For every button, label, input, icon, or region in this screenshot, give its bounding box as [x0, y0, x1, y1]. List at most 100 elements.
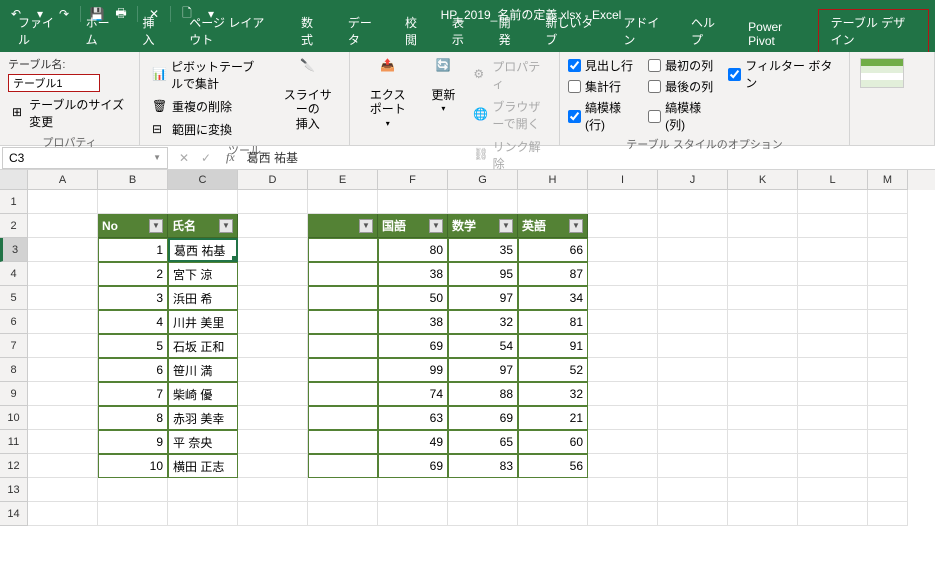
cell-C4[interactable]: 宮下 涼	[168, 262, 238, 286]
cell-A11[interactable]	[28, 430, 98, 454]
cell-F10[interactable]: 63	[378, 406, 448, 430]
cell-K12[interactable]	[728, 454, 798, 478]
pivot-button[interactable]: 📊ピボットテーブルで集計	[148, 56, 269, 94]
cell-D10[interactable]	[238, 406, 308, 430]
chk-total[interactable]: 集計行	[568, 77, 642, 96]
cell-C9[interactable]: 柴崎 優	[168, 382, 238, 406]
cell-M2[interactable]	[868, 214, 908, 238]
cell-I9[interactable]	[588, 382, 658, 406]
cell-J1[interactable]	[658, 190, 728, 214]
cell-L4[interactable]	[798, 262, 868, 286]
cell-F6[interactable]: 38	[378, 310, 448, 334]
cell-I5[interactable]	[588, 286, 658, 310]
cell-D6[interactable]	[238, 310, 308, 334]
cell-C8[interactable]: 笹川 満	[168, 358, 238, 382]
filter-dropdown-icon[interactable]: ▼	[219, 219, 233, 233]
cell-E12[interactable]	[308, 454, 378, 478]
col-header-C[interactable]: C	[168, 170, 238, 190]
col-header-L[interactable]: L	[798, 170, 868, 190]
chk-filter[interactable]: フィルター ボタン	[728, 56, 841, 92]
cell-L7[interactable]	[798, 334, 868, 358]
cell-B14[interactable]	[98, 502, 168, 526]
cell-I8[interactable]	[588, 358, 658, 382]
cell-C7[interactable]: 石坂 正和	[168, 334, 238, 358]
cell-B3[interactable]: 1	[98, 238, 168, 262]
cell-G5[interactable]: 97	[448, 286, 518, 310]
cell-C2[interactable]: 氏名▼	[168, 214, 238, 238]
cell-J10[interactable]	[658, 406, 728, 430]
cell-A9[interactable]	[28, 382, 98, 406]
filter-dropdown-icon[interactable]: ▼	[429, 219, 443, 233]
filter-dropdown-icon[interactable]: ▼	[569, 219, 583, 233]
export-button[interactable]: 📤エクスポート▾	[358, 56, 417, 130]
cell-I11[interactable]	[588, 430, 658, 454]
cell-E2[interactable]: ▼	[308, 214, 378, 238]
cell-G10[interactable]: 69	[448, 406, 518, 430]
cell-C5[interactable]: 浜田 希	[168, 286, 238, 310]
cell-C10[interactable]: 赤羽 美幸	[168, 406, 238, 430]
cell-L12[interactable]	[798, 454, 868, 478]
cell-E4[interactable]	[308, 262, 378, 286]
cell-E13[interactable]	[308, 478, 378, 502]
cell-E8[interactable]	[308, 358, 378, 382]
cell-J6[interactable]	[658, 310, 728, 334]
cell-D11[interactable]	[238, 430, 308, 454]
row-header-11[interactable]: 11	[0, 430, 28, 454]
name-box[interactable]: C3 ▼	[2, 147, 168, 169]
cell-M1[interactable]	[868, 190, 908, 214]
tab-ヘルプ[interactable]: ヘルプ	[679, 10, 734, 52]
cell-F8[interactable]: 99	[378, 358, 448, 382]
cell-K10[interactable]	[728, 406, 798, 430]
cell-G13[interactable]	[448, 478, 518, 502]
cell-J2[interactable]	[658, 214, 728, 238]
cell-G11[interactable]: 65	[448, 430, 518, 454]
cell-A7[interactable]	[28, 334, 98, 358]
cell-B7[interactable]: 5	[98, 334, 168, 358]
cell-J7[interactable]	[658, 334, 728, 358]
cell-F5[interactable]: 50	[378, 286, 448, 310]
cell-F3[interactable]: 80	[378, 238, 448, 262]
cell-B12[interactable]: 10	[98, 454, 168, 478]
cell-H14[interactable]	[518, 502, 588, 526]
col-header-E[interactable]: E	[308, 170, 378, 190]
cell-A5[interactable]	[28, 286, 98, 310]
row-header-1[interactable]: 1	[0, 190, 28, 214]
cell-B2[interactable]: No▼	[98, 214, 168, 238]
cell-J9[interactable]	[658, 382, 728, 406]
filter-dropdown-icon[interactable]: ▼	[149, 219, 163, 233]
cell-I12[interactable]	[588, 454, 658, 478]
col-header-J[interactable]: J	[658, 170, 728, 190]
chk-first[interactable]: 最初の列	[648, 56, 722, 75]
cell-I13[interactable]	[588, 478, 658, 502]
cell-C1[interactable]	[168, 190, 238, 214]
cell-I3[interactable]	[588, 238, 658, 262]
chk-band-col[interactable]: 縞模様 (列)	[648, 98, 722, 134]
row-header-12[interactable]: 12	[0, 454, 28, 478]
cell-H9[interactable]: 32	[518, 382, 588, 406]
range-button[interactable]: ⊟範囲に変換	[148, 119, 269, 140]
cell-K8[interactable]	[728, 358, 798, 382]
row-header-3[interactable]: 3	[0, 238, 28, 262]
row-header-4[interactable]: 4	[0, 262, 28, 286]
row-header-10[interactable]: 10	[0, 406, 28, 430]
cell-A8[interactable]	[28, 358, 98, 382]
tab-表示[interactable]: 表示	[440, 10, 485, 52]
cell-E7[interactable]	[308, 334, 378, 358]
cell-J5[interactable]	[658, 286, 728, 310]
row-header-5[interactable]: 5	[0, 286, 28, 310]
cell-M6[interactable]	[868, 310, 908, 334]
style-gallery[interactable]	[858, 56, 926, 90]
chk-header[interactable]: 見出し行	[568, 56, 642, 75]
cell-M7[interactable]	[868, 334, 908, 358]
cell-D9[interactable]	[238, 382, 308, 406]
cell-M13[interactable]	[868, 478, 908, 502]
cell-E11[interactable]	[308, 430, 378, 454]
cell-J12[interactable]	[658, 454, 728, 478]
col-header-B[interactable]: B	[98, 170, 168, 190]
cell-H11[interactable]: 60	[518, 430, 588, 454]
cell-H2[interactable]: 英語▼	[518, 214, 588, 238]
cell-K11[interactable]	[728, 430, 798, 454]
cell-L3[interactable]	[798, 238, 868, 262]
cell-L8[interactable]	[798, 358, 868, 382]
cell-D13[interactable]	[238, 478, 308, 502]
